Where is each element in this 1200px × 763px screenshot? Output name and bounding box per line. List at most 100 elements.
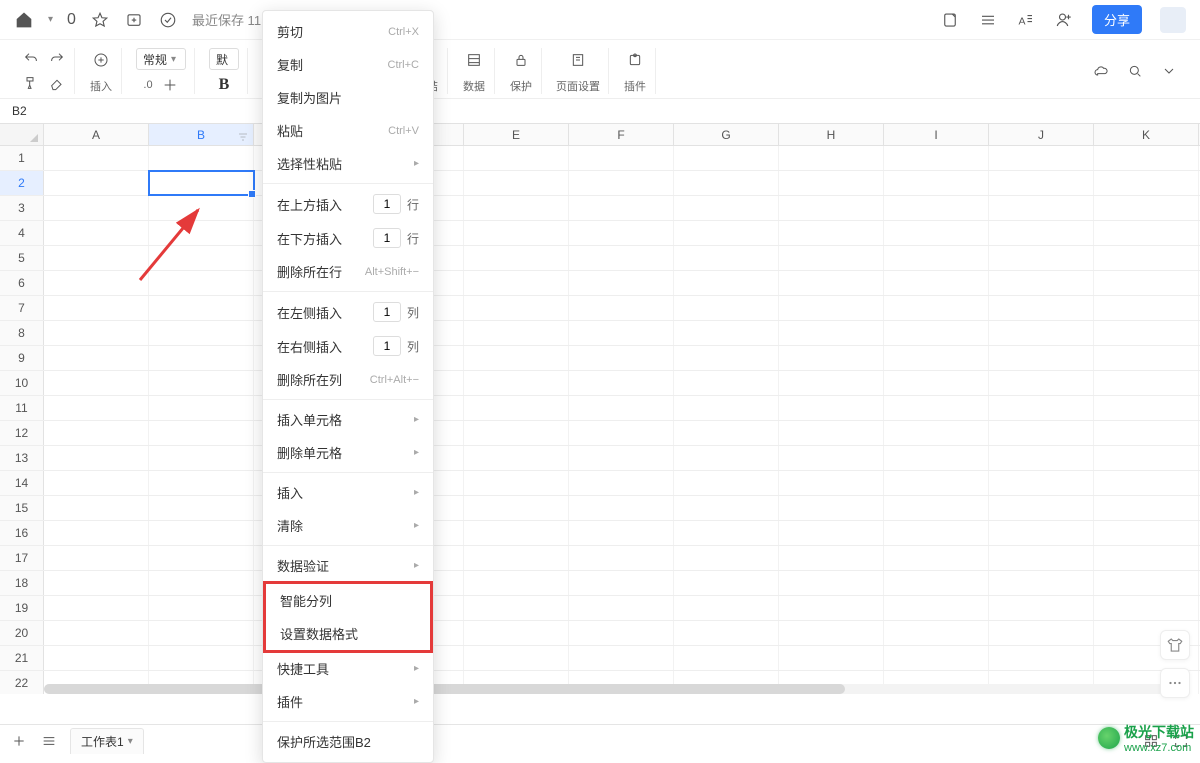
cell[interactable]: [464, 371, 569, 395]
cell[interactable]: [464, 346, 569, 370]
note-icon[interactable]: [940, 10, 960, 30]
cell[interactable]: [1094, 521, 1199, 545]
cell[interactable]: [779, 571, 884, 595]
collapse-toolbar-icon[interactable]: [1160, 62, 1178, 80]
protect-icon[interactable]: [509, 48, 533, 72]
cell[interactable]: [674, 546, 779, 570]
cell[interactable]: [989, 221, 1094, 245]
cell[interactable]: [569, 571, 674, 595]
cell[interactable]: [569, 471, 674, 495]
cell[interactable]: [569, 596, 674, 620]
ctx-clear[interactable]: 清除▸: [263, 509, 433, 542]
cell[interactable]: [1094, 346, 1199, 370]
cell[interactable]: [779, 321, 884, 345]
cell[interactable]: [884, 321, 989, 345]
row-header[interactable]: 11: [0, 396, 44, 420]
cell[interactable]: [569, 621, 674, 645]
cell[interactable]: [44, 371, 149, 395]
cell[interactable]: [569, 546, 674, 570]
ctx-col-left-input[interactable]: [373, 302, 401, 322]
cell[interactable]: [1094, 371, 1199, 395]
cell[interactable]: [779, 221, 884, 245]
col-header[interactable]: A: [44, 124, 149, 145]
filter-icon[interactable]: [237, 128, 249, 150]
cell[interactable]: [884, 346, 989, 370]
cell[interactable]: [44, 196, 149, 220]
cell[interactable]: [149, 546, 254, 570]
cell[interactable]: [884, 496, 989, 520]
cell[interactable]: [989, 396, 1094, 420]
cell[interactable]: [989, 521, 1094, 545]
cell[interactable]: [674, 171, 779, 195]
col-header[interactable]: H: [779, 124, 884, 145]
cell[interactable]: [884, 146, 989, 170]
row-header[interactable]: 20: [0, 621, 44, 645]
cell[interactable]: [464, 321, 569, 345]
ctx-insert-row-below[interactable]: 在下方插入行: [263, 221, 433, 255]
sheet-list-icon[interactable]: [40, 732, 58, 750]
ctx-row-above-input[interactable]: [373, 194, 401, 214]
cell[interactable]: [989, 446, 1094, 470]
cell[interactable]: [569, 221, 674, 245]
cell[interactable]: [674, 321, 779, 345]
cell[interactable]: [989, 621, 1094, 645]
cell[interactable]: [989, 496, 1094, 520]
cell[interactable]: [674, 446, 779, 470]
cell[interactable]: [884, 471, 989, 495]
cell[interactable]: [149, 521, 254, 545]
cell[interactable]: [674, 396, 779, 420]
ctx-insert-col-right[interactable]: 在右侧插入列: [263, 329, 433, 363]
cell[interactable]: [464, 646, 569, 670]
cell[interactable]: [884, 521, 989, 545]
col-header[interactable]: B: [149, 124, 254, 145]
cell[interactable]: [464, 571, 569, 595]
cell[interactable]: [674, 371, 779, 395]
row-header[interactable]: 19: [0, 596, 44, 620]
menu-icon[interactable]: [978, 10, 998, 30]
col-header[interactable]: I: [884, 124, 989, 145]
row-header[interactable]: 18: [0, 571, 44, 595]
chevron-down-icon[interactable]: ▾: [48, 14, 53, 25]
cell[interactable]: [674, 271, 779, 295]
cell[interactable]: [779, 271, 884, 295]
cell[interactable]: [884, 271, 989, 295]
redo-icon[interactable]: [48, 50, 66, 68]
more-icon[interactable]: [1160, 668, 1190, 698]
cell[interactable]: [149, 171, 254, 195]
cell[interactable]: [884, 296, 989, 320]
ctx-protect-range[interactable]: 保护所选范围B2: [263, 725, 433, 758]
cell[interactable]: [44, 446, 149, 470]
font-dropdown[interactable]: 默: [209, 48, 239, 70]
decimal-toggle-icon[interactable]: [161, 76, 179, 94]
row-header[interactable]: 2: [0, 171, 44, 195]
cell[interactable]: [989, 246, 1094, 270]
font-style-icon[interactable]: A: [1016, 10, 1036, 30]
cell[interactable]: [44, 621, 149, 645]
ctx-delete-row[interactable]: 删除所在行Alt+Shift+−: [263, 255, 433, 288]
cell[interactable]: [989, 321, 1094, 345]
export-icon[interactable]: [124, 10, 144, 30]
cell[interactable]: [674, 221, 779, 245]
number-format-dropdown[interactable]: 常规▾: [136, 48, 186, 70]
ctx-delete-cell[interactable]: 删除单元格▸: [263, 436, 433, 469]
star-icon[interactable]: [90, 10, 110, 30]
cell[interactable]: [464, 171, 569, 195]
row-header[interactable]: 21: [0, 646, 44, 670]
cell[interactable]: [779, 546, 884, 570]
cell[interactable]: [674, 471, 779, 495]
cell[interactable]: [1094, 446, 1199, 470]
cell[interactable]: [884, 446, 989, 470]
ctx-paste-special[interactable]: 选择性粘贴▸: [263, 147, 433, 180]
cell[interactable]: [44, 171, 149, 195]
cell[interactable]: [989, 646, 1094, 670]
cell[interactable]: [884, 596, 989, 620]
ctx-plugin[interactable]: 插件▸: [263, 685, 433, 718]
cell[interactable]: [149, 246, 254, 270]
cell[interactable]: [674, 146, 779, 170]
cell[interactable]: [884, 421, 989, 445]
ctx-copy[interactable]: 复制Ctrl+C: [263, 48, 433, 81]
cell[interactable]: [1094, 246, 1199, 270]
ctx-paste[interactable]: 粘贴Ctrl+V: [263, 114, 433, 147]
cell[interactable]: [464, 196, 569, 220]
cell[interactable]: [464, 246, 569, 270]
